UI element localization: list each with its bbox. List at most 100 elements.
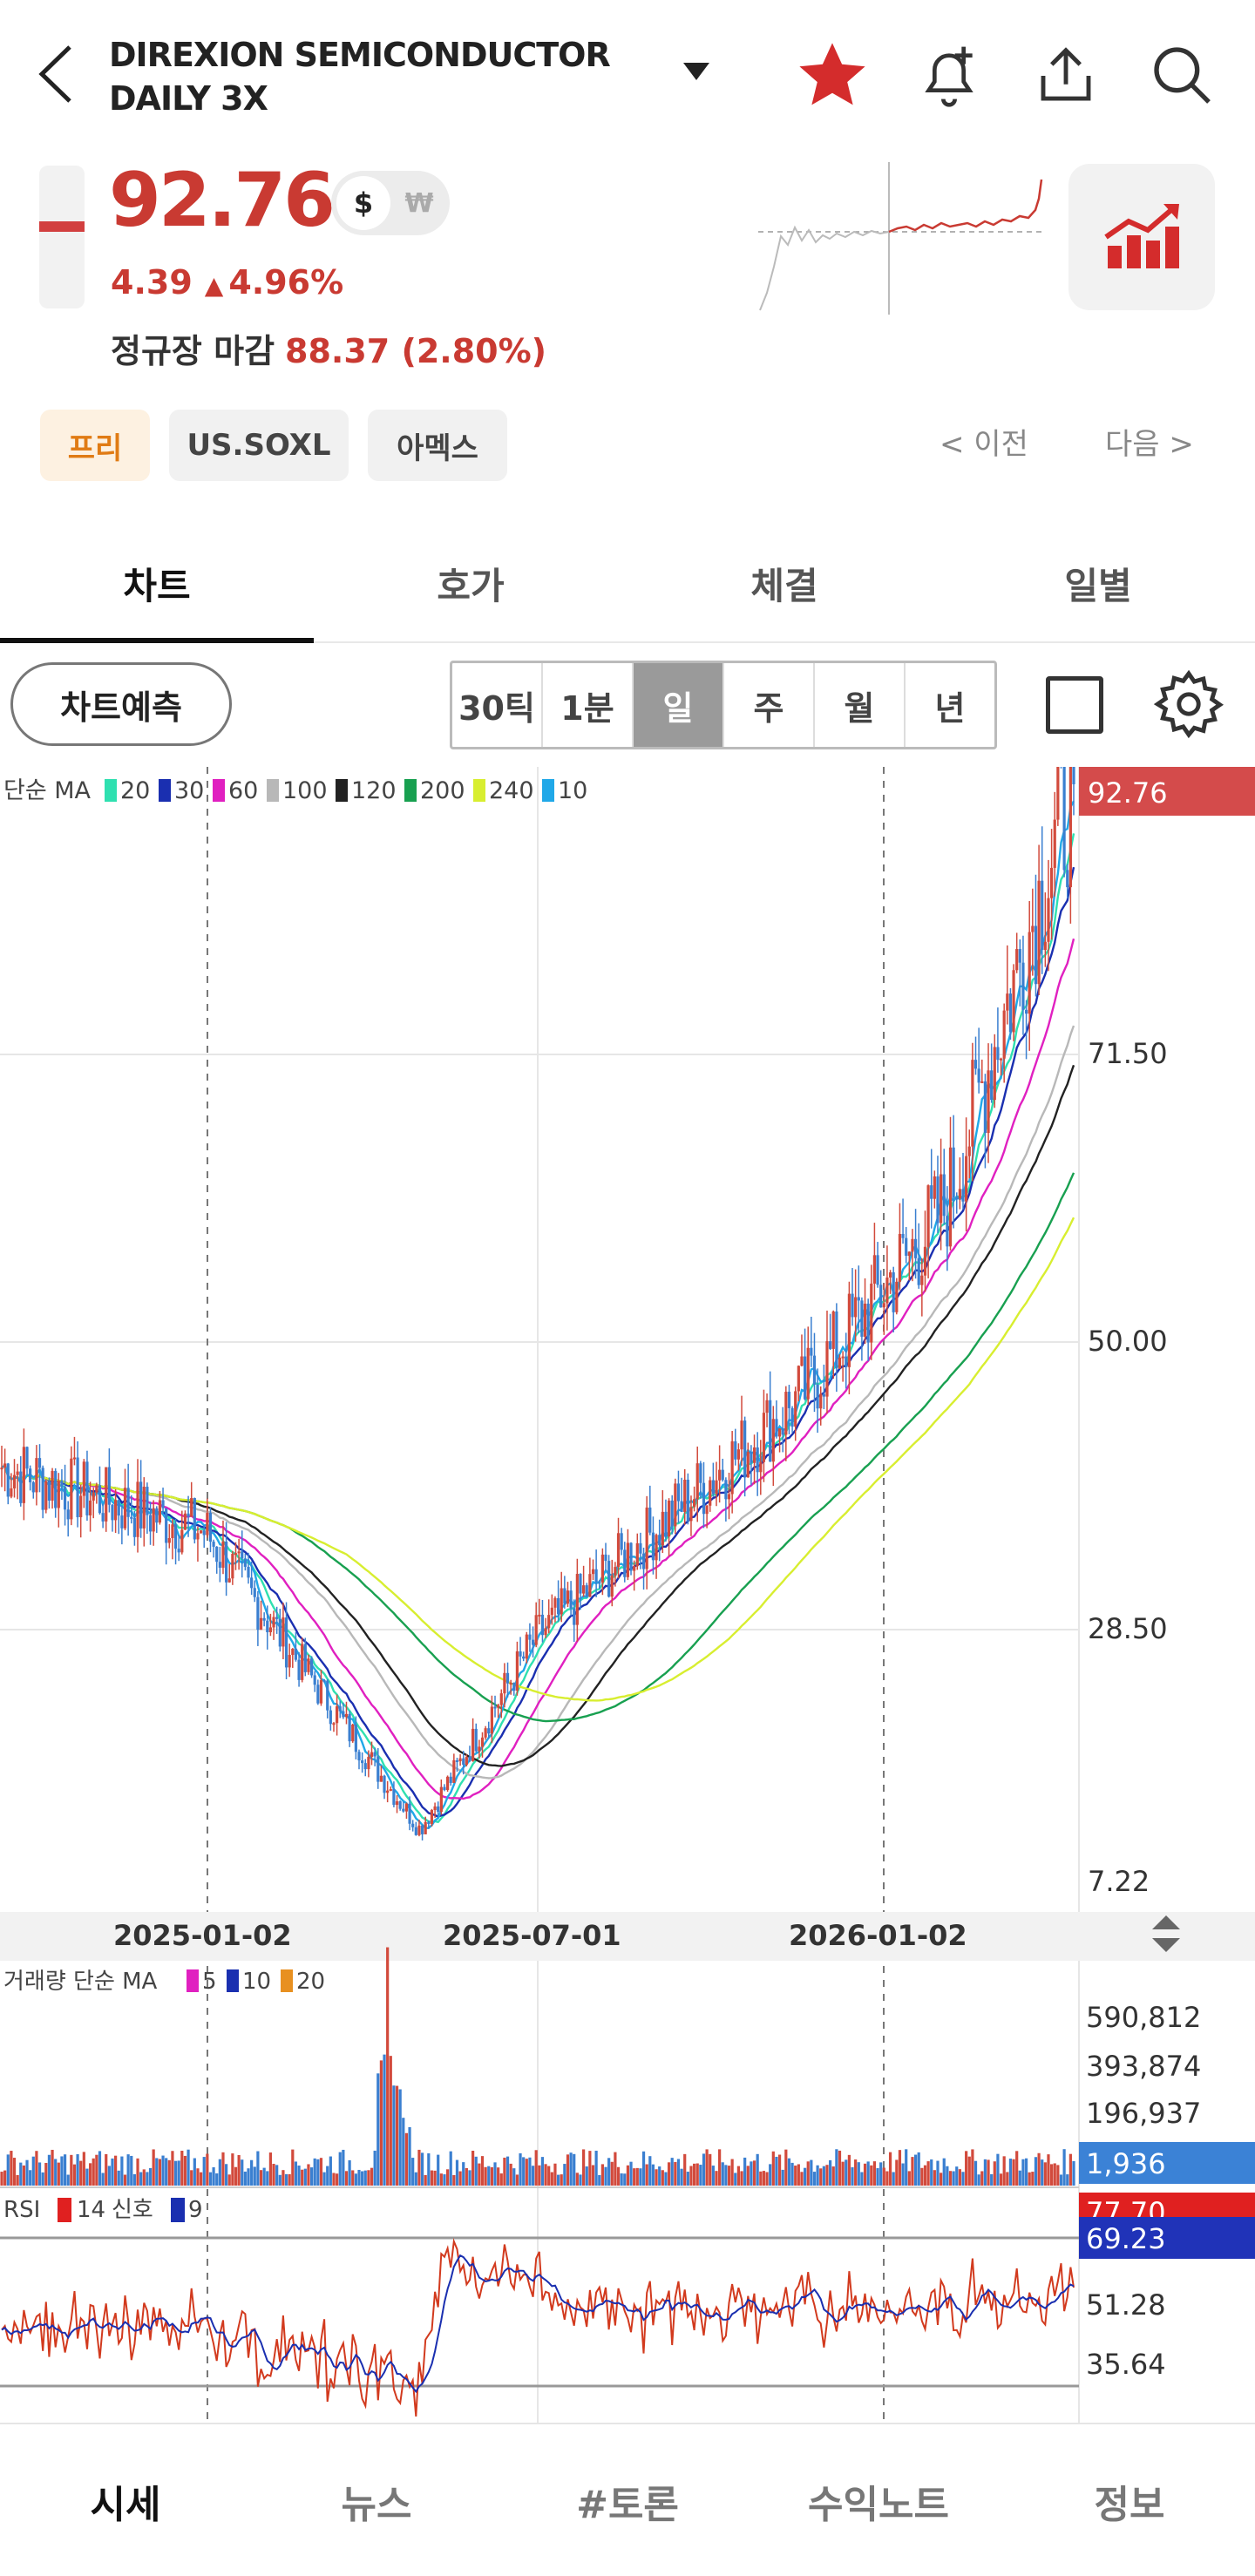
candle-body — [367, 1757, 370, 1770]
next-stock-link[interactable]: 다음 > — [1105, 420, 1194, 463]
price-chart[interactable]: 단순 MA 20 30 60 100 120 200 240 10 92.76 71.50 5… — [0, 767, 1255, 2423]
period-year[interactable]: 년 — [906, 663, 994, 747]
volume-bar — [1062, 2149, 1066, 2186]
period-30tick[interactable]: 30틱 — [452, 663, 543, 747]
volume-bar — [676, 2159, 681, 2186]
candle-body — [1072, 767, 1075, 784]
volume-bar — [291, 2149, 295, 2186]
volume-bar — [784, 2149, 788, 2186]
fullscreen-square-icon[interactable] — [1046, 676, 1103, 734]
candle-body — [730, 1441, 734, 1495]
candle-body — [92, 1492, 95, 1501]
tab-orderbook[interactable]: 호가 — [314, 523, 628, 643]
candle-body — [582, 1585, 586, 1594]
candle-body — [10, 1488, 13, 1497]
candle-body — [465, 1756, 468, 1766]
gear-icon[interactable] — [1152, 668, 1225, 741]
volume-bar — [566, 2154, 570, 2186]
price-position-bar — [39, 166, 85, 308]
volume-bar — [838, 2150, 842, 2186]
volume-bar — [177, 2160, 180, 2186]
candle-body — [130, 1516, 133, 1519]
period-1min[interactable]: 1분 — [543, 663, 634, 747]
volume-bar — [920, 2167, 924, 2186]
volume-bar — [528, 2157, 532, 2186]
candle-body — [983, 1081, 987, 1134]
period-month[interactable]: 월 — [815, 663, 906, 747]
candle-body — [35, 1458, 38, 1493]
period-day[interactable]: 일 — [634, 663, 724, 747]
chevron-down-icon[interactable] — [682, 61, 711, 82]
volume-bar — [301, 2169, 304, 2186]
candle-body — [316, 1685, 320, 1704]
candle-body — [237, 1551, 241, 1554]
prev-stock-link[interactable]: < 이전 — [940, 420, 1028, 463]
candle-body — [29, 1468, 32, 1482]
candle-body — [199, 1530, 203, 1534]
volume-bar — [0, 2172, 3, 2186]
nav-news[interactable]: 뉴스 — [251, 2424, 502, 2576]
volume-bar — [721, 2162, 724, 2186]
rsi-tick: 35.64 — [1086, 2348, 1166, 2381]
candle-body — [253, 1588, 256, 1597]
ma-legend-period: 30 — [174, 777, 204, 804]
volume-bar — [531, 2166, 535, 2186]
volume-bar — [872, 2161, 877, 2186]
ticker-tag[interactable]: US.SOXL — [169, 410, 349, 481]
volume-bar — [455, 2159, 459, 2186]
nav-info[interactable]: 정보 — [1004, 2424, 1255, 2576]
candle-body — [19, 1471, 23, 1503]
volume-bar — [806, 2161, 810, 2186]
tab-daily[interactable]: 일별 — [941, 523, 1255, 643]
currency-toggle[interactable]: $ ₩ — [331, 171, 450, 235]
nav-discussion[interactable]: #토론 — [502, 2424, 753, 2576]
volume-bar — [885, 2171, 889, 2186]
search-icon[interactable] — [1143, 37, 1222, 115]
volume-bar — [146, 2172, 149, 2186]
volume-bar — [487, 2166, 491, 2186]
candle-body — [402, 1808, 405, 1812]
candle-body — [480, 1737, 485, 1747]
exchange-tag[interactable]: 아멕스 — [368, 410, 507, 481]
share-icon[interactable] — [1027, 37, 1105, 115]
chart-view-icon[interactable] — [1068, 164, 1215, 310]
volume-bar — [556, 2174, 560, 2186]
volume-bar — [702, 2153, 706, 2186]
volume-bar — [1050, 2164, 1054, 2186]
candle-body — [142, 1487, 146, 1529]
volume-bar — [1047, 2154, 1050, 2186]
volume-bar — [670, 2158, 674, 2186]
nav-profit-note[interactable]: 수익노트 — [753, 2424, 1004, 2576]
volume-bar — [616, 2166, 621, 2186]
chart-predict-button[interactable]: 차트예측 — [10, 662, 232, 746]
nav-quote[interactable]: 시세 — [0, 2424, 251, 2576]
currency-usd-option[interactable]: $ — [336, 176, 390, 230]
candle-body — [702, 1482, 706, 1515]
premarket-tag[interactable]: 프리 — [40, 410, 150, 481]
back-arrow-icon[interactable] — [35, 44, 78, 105]
candle-body — [933, 1176, 936, 1199]
candle-body — [901, 1233, 905, 1238]
candle-body — [1028, 932, 1031, 1014]
currency-krw-option[interactable]: ₩ — [392, 176, 446, 230]
tab-chart[interactable]: 차트 — [0, 523, 314, 643]
date-tick: 2025-01-02 — [113, 1919, 292, 1952]
volume-bar — [1015, 2151, 1019, 2186]
period-week[interactable]: 주 — [724, 663, 815, 747]
volume-bar — [443, 2174, 446, 2186]
candle-body — [888, 1272, 892, 1278]
candle-body — [641, 1553, 646, 1569]
candle-body — [740, 1420, 743, 1450]
tab-trades[interactable]: 체결 — [628, 523, 941, 643]
candle-body — [835, 1311, 838, 1369]
volume-bar — [398, 2089, 402, 2186]
volume-bar — [484, 2166, 487, 2186]
volume-bar — [560, 2174, 563, 2186]
volume-legend: 거래량 단순 MA 5 10 20 — [3, 1969, 325, 1995]
volume-axis: 590,812 393,874 196,937 1,936 — [1079, 2001, 1255, 2184]
volume-bar — [940, 2173, 943, 2186]
ma-legend-swatch — [159, 779, 171, 802]
candle-body — [206, 1513, 209, 1535]
bell-plus-icon[interactable] — [910, 37, 988, 115]
star-icon[interactable] — [793, 37, 872, 115]
